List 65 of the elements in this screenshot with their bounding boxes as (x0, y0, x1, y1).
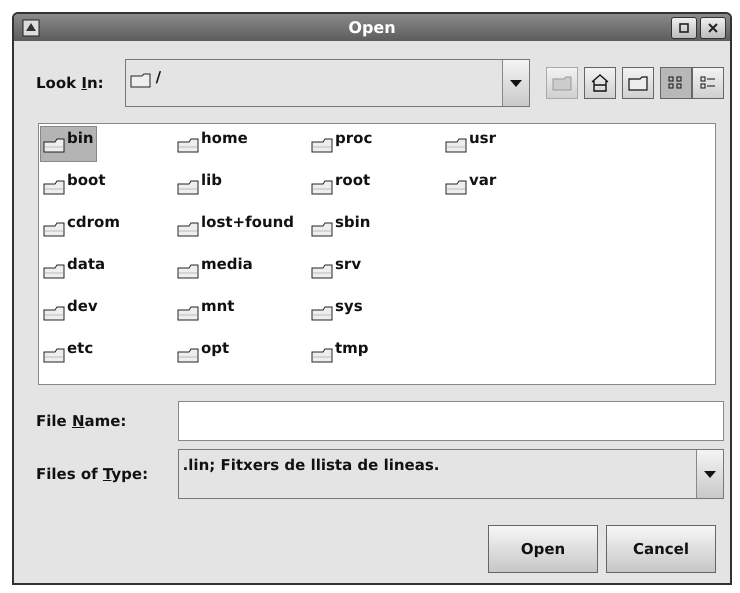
folder-icon (43, 221, 65, 237)
window-title: Open (347, 18, 397, 37)
folder-item[interactable]: srv (308, 252, 364, 288)
folder-icon (311, 179, 333, 195)
folder-item[interactable]: sbin (308, 210, 374, 246)
folder-icon (552, 75, 572, 91)
folder-item[interactable]: sys (308, 294, 366, 330)
list-view-button[interactable] (660, 67, 692, 99)
folder-item[interactable]: cdrom (40, 210, 123, 246)
folder-icon (177, 221, 199, 237)
file-type-dropdown[interactable]: .lin; Fitxers de llista de lineas. (178, 449, 724, 499)
folder-icon (311, 263, 333, 279)
folder-item[interactable]: lost+found (174, 210, 298, 246)
folder-icon (130, 72, 152, 88)
look-in-value: / (156, 68, 162, 86)
folder-item[interactable]: dev (40, 294, 101, 330)
folder-item[interactable]: home (174, 126, 251, 162)
look-in-label: Look In: (36, 74, 105, 92)
home-icon (590, 74, 610, 92)
new-folder-button[interactable] (622, 67, 654, 99)
folder-icon (311, 305, 333, 321)
folder-item[interactable]: media (174, 252, 256, 288)
close-button[interactable] (700, 16, 726, 38)
folder-item[interactable]: data (40, 252, 108, 288)
folder-icon (43, 179, 65, 195)
cancel-button[interactable]: Cancel (606, 525, 716, 573)
folder-icon (311, 347, 333, 363)
folder-item[interactable]: boot (40, 168, 109, 204)
folder-icon (43, 347, 65, 363)
folder-icon (445, 179, 467, 195)
details-view-button[interactable] (692, 67, 724, 99)
folder-icon (177, 137, 199, 153)
home-button[interactable] (584, 67, 616, 99)
file-name-field[interactable] (178, 401, 724, 441)
folder-item[interactable]: bin (40, 126, 97, 162)
folder-icon (177, 263, 199, 279)
folder-item[interactable]: usr (442, 126, 500, 162)
list-icon (699, 75, 717, 91)
close-icon (708, 22, 718, 32)
folder-icon (43, 263, 65, 279)
folder-item[interactable]: var (442, 168, 500, 204)
file-name-label: File Name: (36, 412, 128, 430)
folder-icon (177, 179, 199, 195)
open-button[interactable]: Open (488, 525, 598, 573)
folder-icon (628, 75, 648, 91)
folder-item[interactable]: opt (174, 336, 232, 372)
file-type-value: .lin; Fitxers de llista de lineas. (182, 456, 440, 474)
folder-icon (177, 305, 199, 321)
folder-icon (177, 347, 199, 363)
folder-item[interactable]: lib (174, 168, 226, 204)
folder-icon (43, 305, 65, 321)
look-in-dropdown[interactable]: / (124, 59, 530, 107)
folder-item[interactable]: mnt (174, 294, 238, 330)
folder-icon (311, 137, 333, 153)
folder-icon (311, 221, 333, 237)
file-type-label: Files of Type: (36, 465, 150, 483)
app-icon (22, 18, 40, 36)
maximize-button[interactable] (671, 16, 697, 38)
folder-item[interactable]: proc (308, 126, 376, 162)
folder-item[interactable]: tmp (308, 336, 372, 372)
maximize-icon (679, 22, 689, 32)
folder-item[interactable]: root (308, 168, 374, 204)
folder-icon (43, 137, 65, 153)
folder-icon (445, 137, 467, 153)
folder-item[interactable]: etc (40, 336, 96, 372)
